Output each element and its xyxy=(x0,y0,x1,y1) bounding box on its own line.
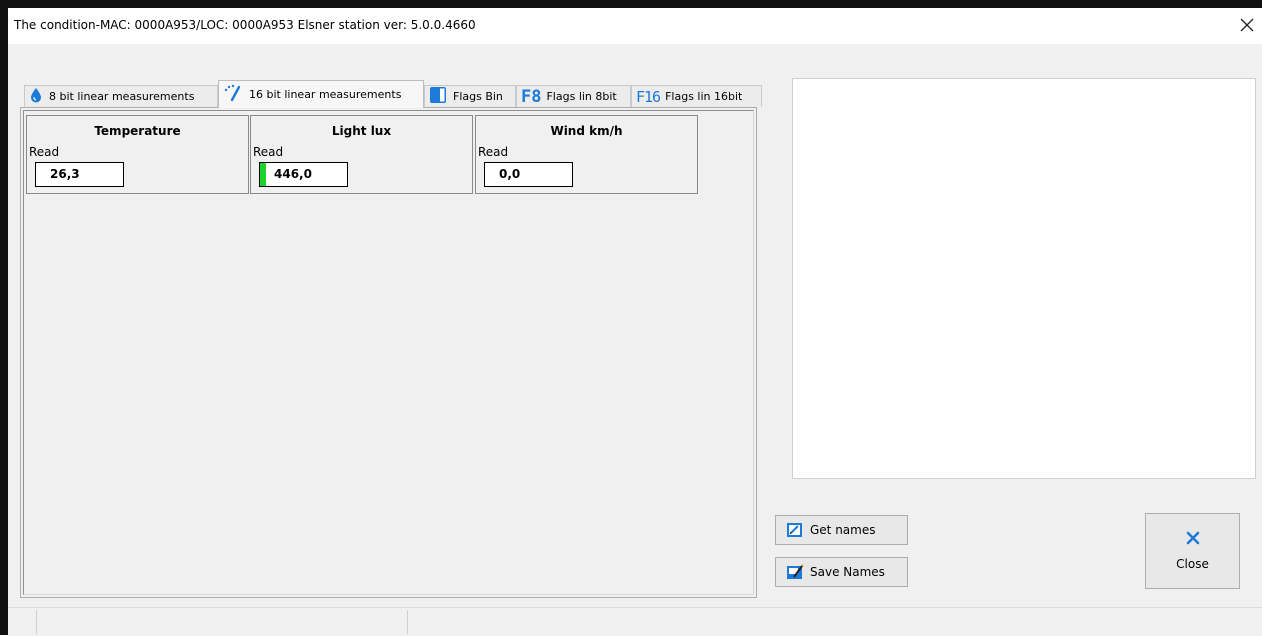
save-names-button[interactable]: Save Names xyxy=(775,557,908,587)
screen-left-edge xyxy=(0,8,8,635)
close-button[interactable]: Close xyxy=(1145,513,1240,589)
half-square-icon xyxy=(429,86,447,107)
tab-8bit-linear[interactable]: 8 bit linear measurements xyxy=(24,85,218,107)
measurement-title: Light lux xyxy=(331,124,392,138)
measurement-title: Wind km/h xyxy=(550,124,623,138)
tab-label: Flags lin 8bit xyxy=(546,90,617,103)
preview-area xyxy=(792,78,1256,479)
station-window: The condition-MAC: 0000A953/LOC: 0000A95… xyxy=(8,8,1262,636)
status-separator xyxy=(36,610,37,634)
gauge-needle-icon xyxy=(223,84,243,105)
tab-label: 8 bit linear measurements xyxy=(49,90,195,103)
close-icon xyxy=(1240,18,1254,32)
tab-label: Flags lin 16bit xyxy=(665,90,743,103)
measurement-wind: Wind km/h Read 0,0 xyxy=(475,115,698,194)
save-pencil-icon xyxy=(786,563,804,581)
screen-top-edge xyxy=(0,0,1262,8)
get-names-button[interactable]: Get names xyxy=(775,515,908,545)
light-lux-value: 446,0 xyxy=(259,162,348,187)
measurement-light-lux: Light lux Read 446,0 xyxy=(250,115,473,194)
button-label: Close xyxy=(1176,557,1209,571)
measurement-title: Temperature xyxy=(94,124,181,138)
tab-panel-16bit: Temperature Read 26,3 Light lux Read 446… xyxy=(20,107,757,598)
value-text: 26,3 xyxy=(50,167,80,181)
window-close-button[interactable] xyxy=(1236,14,1258,36)
value-text: 446,0 xyxy=(274,167,312,181)
tab-flags-lin-8bit[interactable]: F8 Flags lin 8bit xyxy=(516,85,631,107)
close-x-icon xyxy=(1186,531,1200,549)
value-text: 0,0 xyxy=(499,167,521,181)
status-separator xyxy=(407,610,408,634)
read-label: Read xyxy=(29,145,60,159)
edit-form-icon xyxy=(786,521,804,539)
button-label: Save Names xyxy=(810,565,885,579)
tab-flags-bin[interactable]: Flags Bin xyxy=(424,85,516,107)
drop-icon xyxy=(29,87,43,106)
read-label: Read xyxy=(253,145,284,159)
tab-16bit-linear[interactable]: 16 bit linear measurements xyxy=(218,80,424,108)
read-label: Read xyxy=(478,145,509,159)
F16-icon: F16 xyxy=(636,87,661,106)
temperature-value: 26,3 xyxy=(35,162,124,187)
title-bar: The condition-MAC: 0000A953/LOC: 0000A95… xyxy=(8,8,1262,44)
wind-value: 0,0 xyxy=(484,162,573,187)
F8-icon: F8 xyxy=(521,86,542,107)
tab-label: 16 bit linear measurements xyxy=(249,88,402,101)
tab-label: Flags Bin xyxy=(453,90,503,103)
measurement-temperature: Temperature Read 26,3 xyxy=(26,115,249,194)
panel-inner: Temperature Read 26,3 Light lux Read 446… xyxy=(23,110,754,595)
window-title: The condition-MAC: 0000A953/LOC: 0000A95… xyxy=(14,18,476,32)
status-bar xyxy=(8,607,1262,636)
tab-flags-lin-16bit[interactable]: F16 Flags lin 16bit xyxy=(631,85,762,107)
button-label: Get names xyxy=(810,523,876,537)
level-bar xyxy=(260,163,266,186)
